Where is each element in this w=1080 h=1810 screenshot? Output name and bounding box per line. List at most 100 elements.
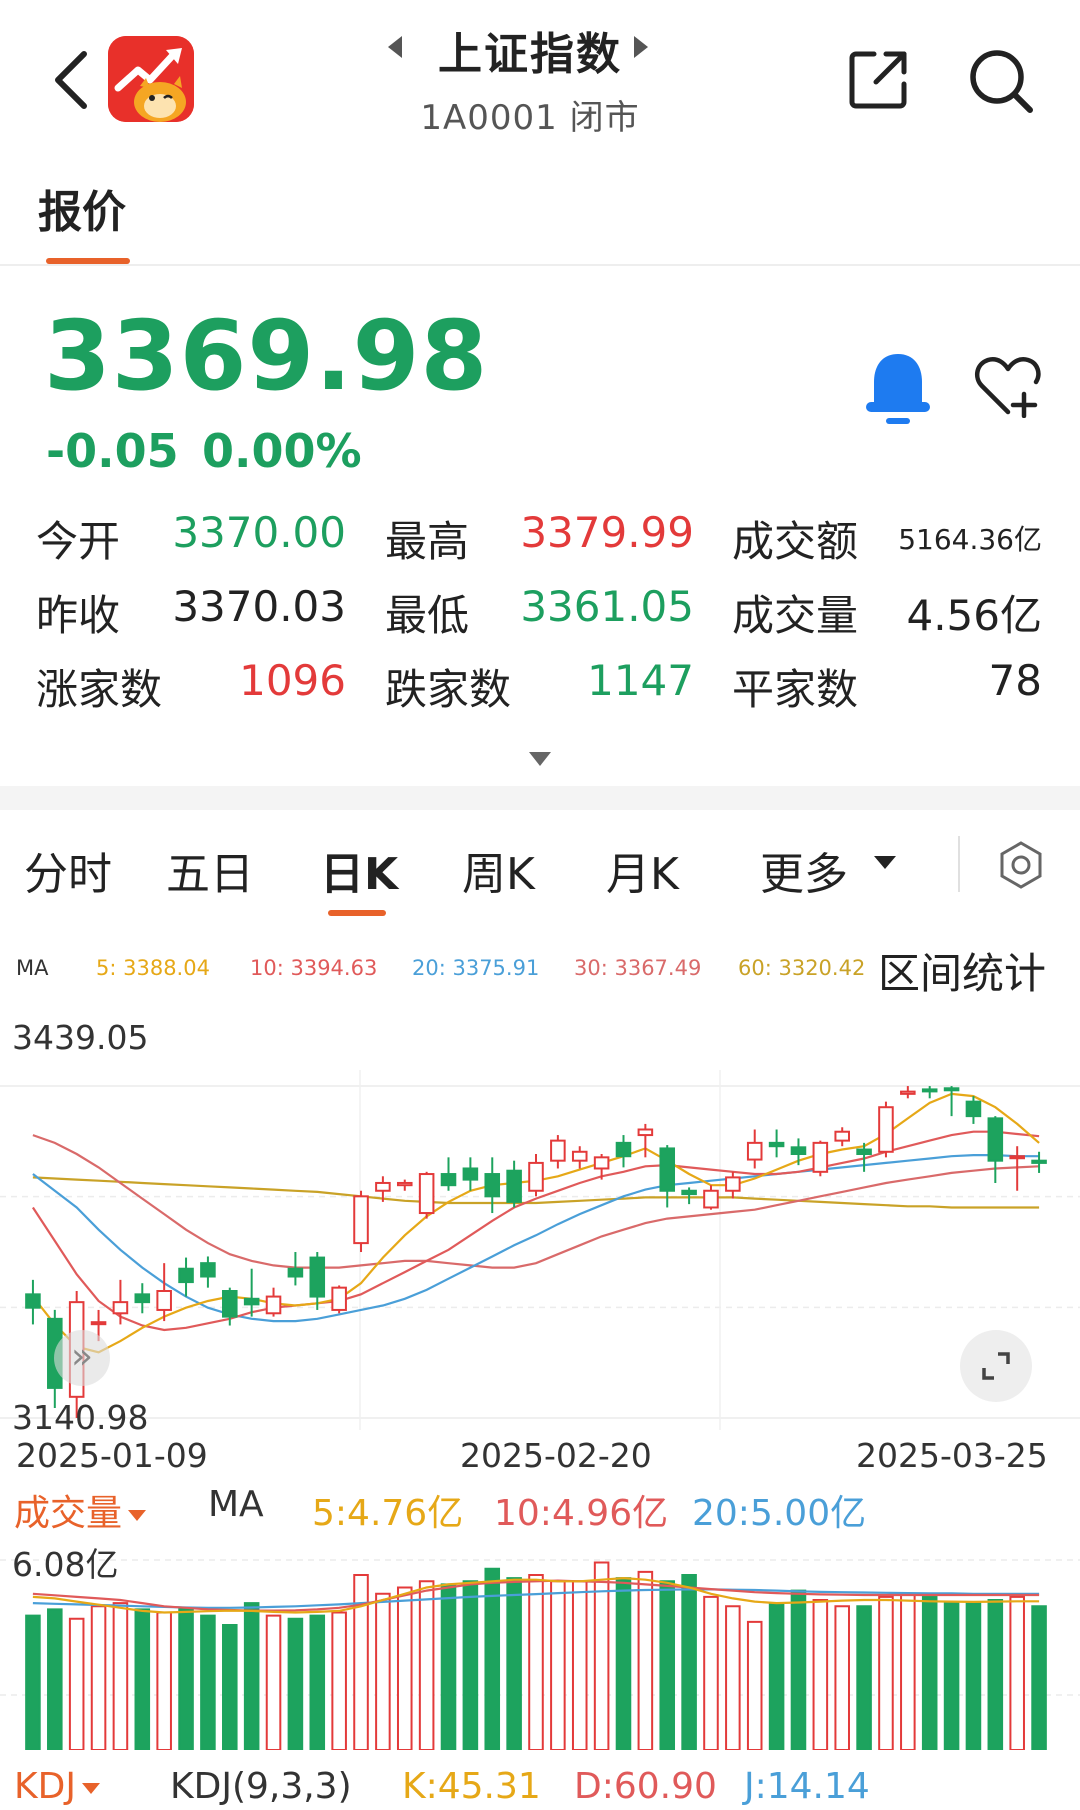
kline-candle-body <box>746 1141 763 1161</box>
volume-bar <box>440 1583 457 1750</box>
kline-chart[interactable] <box>0 1010 1080 1430</box>
turnover-value: 5164.36亿 <box>898 523 1042 556</box>
add-favorite-heart-icon[interactable] <box>972 354 1044 418</box>
top-nav-bar: 上证指数 1A0001 闭市 <box>0 0 1080 140</box>
volume-indicator-label: 成交量 <box>14 1493 123 1534</box>
kline-candle-body <box>462 1167 479 1181</box>
down-count-value: 1147 <box>587 656 694 705</box>
kline-candle-body <box>921 1088 938 1093</box>
back-arrow-icon[interactable] <box>50 48 94 112</box>
more-dropdown-caret-icon[interactable] <box>874 856 896 869</box>
kline-candle-body <box>681 1189 697 1196</box>
volume-bar <box>659 1580 676 1750</box>
tab-monthly-k[interactable]: 月K <box>606 838 679 902</box>
tab-quote[interactable]: 报价 <box>38 176 126 240</box>
kline-candle-body <box>178 1267 194 1284</box>
volume-bar <box>90 1605 107 1750</box>
share-icon[interactable] <box>846 46 912 112</box>
kdj-params: KDJ(9,3,3) <box>170 1766 352 1807</box>
expand-stats-caret-icon[interactable] <box>529 752 551 766</box>
kline-y-max-label: 3439.05 <box>12 1018 149 1057</box>
last-price: 3369.98 <box>44 300 489 412</box>
volume-value: 4.56亿 <box>906 591 1042 640</box>
kline-candle-body <box>812 1141 829 1173</box>
up-count-value: 1096 <box>239 656 346 705</box>
high-label: 最高 <box>385 517 470 566</box>
kline-candle-body <box>243 1297 260 1306</box>
volume-bar <box>878 1595 894 1750</box>
volume-bar <box>243 1602 260 1750</box>
volume-ma20: 20:5.00亿 <box>692 1493 867 1534</box>
volume-bar <box>418 1580 435 1750</box>
kline-candle-body <box>1009 1155 1025 1160</box>
kline-candle-body <box>375 1181 391 1192</box>
tab-daily-k[interactable]: 日K <box>320 838 398 902</box>
tab-weekly-k[interactable]: 周K <box>462 838 535 902</box>
kdj-k-value: K:45.31 <box>402 1766 541 1807</box>
ma20-legend: 20: 3375.91 <box>412 956 540 980</box>
kline-candle-body <box>790 1146 807 1155</box>
kline-candle-body <box>1031 1159 1047 1164</box>
kdj-indicator-selector[interactable]: KDJ <box>14 1766 100 1807</box>
volume-bar <box>987 1599 1004 1750</box>
volume-bar <box>178 1608 194 1750</box>
kline-candle-body <box>834 1130 850 1142</box>
kline-candle-body <box>856 1148 872 1155</box>
volume-bar <box>47 1608 63 1750</box>
volume-bar <box>134 1608 151 1750</box>
price-change-percent: 0.00% <box>202 424 362 478</box>
tab-five-day[interactable]: 五日 <box>166 838 254 902</box>
down-count-label: 跌家数 <box>385 665 512 714</box>
kline-candle-body <box>156 1290 172 1311</box>
volume-indicator-selector[interactable]: 成交量 <box>14 1484 147 1536</box>
price-change: -0.05 <box>46 424 179 478</box>
chart-settings-hexagon-icon[interactable] <box>996 840 1046 890</box>
volume-bar <box>965 1602 982 1750</box>
volume-bar <box>856 1605 872 1750</box>
fullscreen-button[interactable] <box>960 1330 1032 1402</box>
volume-bar <box>1009 1595 1025 1750</box>
tab-intraday[interactable]: 分时 <box>24 838 112 902</box>
tab-divider <box>0 264 1080 266</box>
bell-alert-icon[interactable] <box>862 350 934 426</box>
volume-chart[interactable] <box>0 1530 1080 1750</box>
ma5-legend: 5: 3388.04 <box>96 956 210 980</box>
volume-ma5: 5:4.76亿 <box>312 1493 464 1534</box>
volume-bar <box>112 1602 129 1750</box>
kdj-indicator-label: KDJ <box>14 1766 76 1807</box>
tab-more[interactable]: 更多 <box>760 838 848 902</box>
ma60-legend: 60: 3320.42 <box>738 956 866 980</box>
next-stock-arrow-icon[interactable] <box>634 36 648 58</box>
x-date-label-3: 2025-03-25 <box>856 1436 1048 1475</box>
period-tab-active-indicator <box>328 910 386 916</box>
kline-candle-body <box>112 1301 129 1315</box>
collapse-panel-button[interactable]: » <box>54 1330 110 1386</box>
kline-candle-body <box>965 1100 982 1118</box>
volume-y-max-label: 6.08亿 <box>12 1545 119 1584</box>
kline-candle-body <box>659 1147 676 1192</box>
kline-candle-body <box>768 1141 785 1148</box>
app-logo <box>108 36 194 122</box>
kline-candle-body <box>900 1090 916 1095</box>
volume-bar <box>1031 1605 1047 1750</box>
fullscreen-icon <box>982 1352 1010 1380</box>
volume-bar <box>222 1624 238 1750</box>
flat-count-label: 平家数 <box>732 665 859 714</box>
volume-bar <box>746 1620 763 1750</box>
low-label: 最低 <box>385 591 470 640</box>
kline-candle-body <box>615 1141 632 1158</box>
kline-candle-body <box>134 1293 151 1304</box>
kline-candle-body <box>943 1087 960 1092</box>
range-statistics-button[interactable]: 区间统计 <box>878 940 1046 1001</box>
kline-candle-body <box>331 1286 347 1311</box>
volume-ma10: 10:4.96亿 <box>494 1493 669 1534</box>
volume-bar <box>768 1602 785 1750</box>
volume-bar <box>703 1595 719 1750</box>
volume-bar <box>353 1574 369 1750</box>
kline-candle-body <box>396 1181 413 1187</box>
flat-count-value: 78 <box>988 656 1042 705</box>
volume-bar <box>200 1614 216 1750</box>
stock-code-status: 1A0001 闭市 <box>420 98 640 138</box>
search-icon[interactable] <box>966 46 1036 116</box>
volume-bar <box>725 1605 741 1750</box>
